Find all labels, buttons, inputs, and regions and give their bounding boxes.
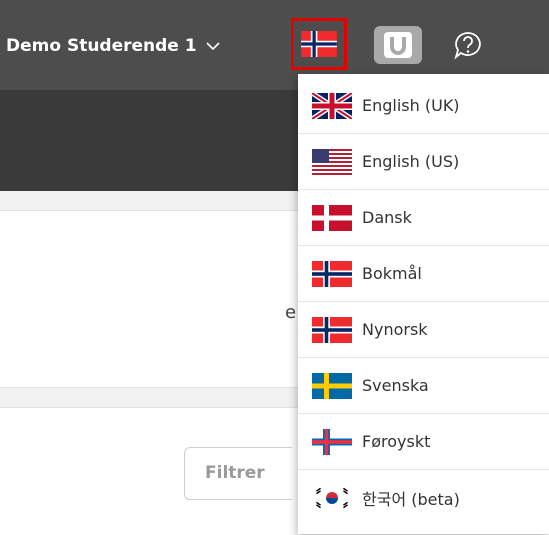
language-label: Svenska [362,376,429,395]
us-flag-icon [312,149,352,175]
language-option-nynorsk[interactable]: Nynorsk [298,302,549,358]
user-menu-button[interactable]: Demo Studerende 1 [6,33,221,59]
language-option-english-uk[interactable]: English (UK) [298,78,549,134]
language-option-dansk[interactable]: Dansk [298,190,549,246]
language-label: Nynorsk [362,320,428,339]
uk-flag-icon [312,93,352,119]
norway-flag-icon [312,261,352,287]
language-option-korean[interactable]: 한국어 (beta) [298,470,549,526]
language-label: English (UK) [362,96,460,115]
help-icon [454,32,481,60]
norway-flag-icon [312,317,352,343]
norway-flag-icon [301,31,337,57]
u-app-button[interactable]: U [372,24,424,66]
language-label: Bokmål [362,264,422,283]
language-option-english-us[interactable]: English (US) [298,134,549,190]
chevron-down-icon [206,42,220,51]
language-label: Dansk [362,208,412,227]
language-button[interactable] [291,18,347,70]
language-option-foroyskt[interactable]: Føroyskt [298,414,549,470]
language-option-bokmal[interactable]: Bokmål [298,246,549,302]
user-name-label: Demo Studerende 1 [6,36,197,56]
filter-input[interactable]: Filtrer [184,447,292,500]
faroe-flag-icon [312,429,352,455]
language-menu: English (UK) English (US) Dansk Bokmål N… [298,74,549,534]
sweden-flag-icon [312,373,352,399]
language-label: English (US) [362,152,460,171]
language-label: Føroyskt [362,432,431,451]
content-snippet: e [285,302,297,323]
u-logo-icon [374,26,422,64]
content-panel [0,210,298,388]
denmark-flag-icon [312,205,352,231]
help-button[interactable] [448,26,488,66]
language-option-svenska[interactable]: Svenska [298,358,549,414]
korea-flag-icon [312,485,352,511]
language-label: 한국어 (beta) [362,490,460,509]
